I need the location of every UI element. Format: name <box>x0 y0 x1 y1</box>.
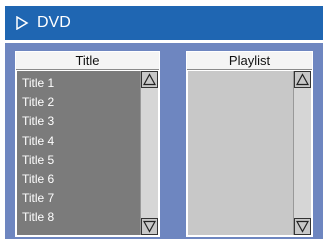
list-item[interactable]: Title 7 <box>22 189 134 208</box>
scroll-up-button[interactable] <box>294 71 311 88</box>
list-item[interactable]: Title 2 <box>22 93 134 112</box>
list-item[interactable]: Title 5 <box>22 151 134 170</box>
list-item[interactable]: Title 4 <box>22 132 134 151</box>
content-panel: Title Title 1 Title 2 Title 3 Title 4 Ti… <box>5 43 323 239</box>
window-title: DVD <box>37 14 71 31</box>
dvd-screen: DVD Title Title 1 Title 2 Title 3 Title … <box>0 0 328 242</box>
title-list-scrollbar[interactable] <box>140 71 158 235</box>
title-bar: DVD <box>5 6 323 40</box>
list-item[interactable]: Title 8 <box>22 208 134 227</box>
triangle-down-icon <box>142 220 157 233</box>
triangle-up-icon <box>295 73 310 86</box>
scroll-down-button[interactable] <box>141 218 158 235</box>
list-item[interactable]: Title 3 <box>22 112 134 131</box>
list-item[interactable]: Title 1 <box>22 74 134 93</box>
scroll-up-button[interactable] <box>141 71 158 88</box>
list-item[interactable]: Title 6 <box>22 170 134 189</box>
scroll-down-button[interactable] <box>294 218 311 235</box>
play-outline-icon <box>15 16 29 30</box>
title-list-box: Title Title 1 Title 2 Title 3 Title 4 Ti… <box>15 51 160 237</box>
playlist-header: Playlist <box>187 52 312 70</box>
triangle-down-icon <box>295 220 310 233</box>
playlist-scrollbar[interactable] <box>293 71 311 235</box>
title-list[interactable]: Title 1 Title 2 Title 3 Title 4 Title 5 … <box>17 71 158 235</box>
triangle-up-icon <box>142 73 157 86</box>
playlist-list[interactable] <box>188 71 311 235</box>
title-list-header: Title <box>16 52 159 70</box>
playlist-box: Playlist <box>186 51 313 237</box>
